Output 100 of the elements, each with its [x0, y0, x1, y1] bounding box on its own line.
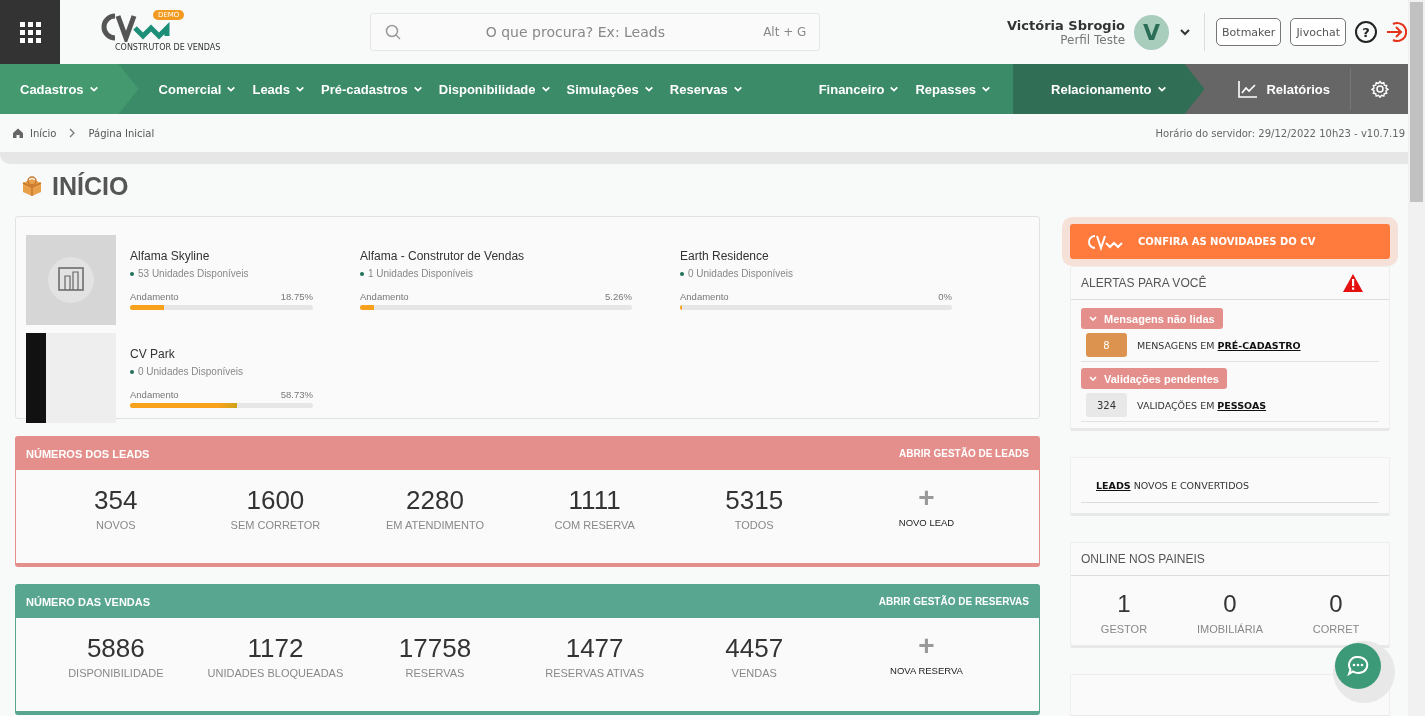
server-time: Horário do servidor: 29/12/2022 10h23 - v10.7.19: [1155, 127, 1405, 139]
stat-value: 4457: [724, 633, 785, 664]
stat-label: UNIDADES BLOQUEADAS: [206, 667, 345, 679]
nav-menu-item[interactable]: Simulações: [566, 81, 654, 97]
box-icon: [20, 174, 44, 198]
status-dot: [130, 369, 134, 374]
alert-link[interactable]: PESSOAS: [1217, 399, 1267, 411]
count-badge: 8: [1086, 333, 1127, 357]
alert-text: MENSAGENS EM PRÉ-CADASTRO: [1137, 339, 1301, 351]
chat-button[interactable]: Botmaker: [1216, 18, 1282, 46]
nav-menu-item[interactable]: Relacionamento: [1051, 81, 1167, 97]
stat-label: RESERVAS: [404, 667, 466, 679]
stat-label: VENDAS: [730, 667, 778, 679]
chevron-down-icon: [412, 84, 423, 94]
units-available: 0 Unidades Disponíveis: [138, 366, 244, 377]
breadcrumb-link[interactable]: Página Inicial: [88, 127, 155, 139]
panel-title: ALERTAS PARA VOCÊ: [1081, 276, 1207, 290]
leads-text: LEADS NOVOS E CONVERTIDOS: [1096, 479, 1249, 491]
status-dot: [130, 271, 134, 276]
stat-label: CORRET: [1311, 623, 1361, 635]
stat-value: 1111: [567, 485, 622, 516]
stat-label: TODOS: [733, 519, 775, 531]
stat-value: 0: [1222, 590, 1238, 618]
progress-percent: 0%: [938, 291, 952, 302]
project-name[interactable]: Alfama - Construtor de Vendas: [360, 249, 632, 263]
shortcut-hint: Alt + G: [763, 25, 807, 39]
user-profile: Perfil Teste: [1059, 32, 1126, 47]
chevron-down-icon: [732, 84, 743, 94]
stat-value: 5315: [724, 485, 785, 516]
project-name[interactable]: Earth Residence: [680, 249, 952, 263]
units-available: 0 Unidades Disponíveis: [688, 268, 794, 279]
stat-value: 354: [93, 485, 139, 516]
stat-label: RESERVAS ATIVAS: [544, 667, 646, 679]
nav-menu-item[interactable]: Leads: [252, 81, 306, 97]
units-available: 53 Unidades Disponíveis: [138, 268, 249, 279]
stat-label: IMOBILIÁRIA: [1196, 623, 1264, 635]
progress-label: Andamento: [130, 389, 179, 400]
status-dot: [360, 271, 364, 276]
stat-label: DISPONIBILIDADE: [67, 667, 165, 679]
nav-menu-item[interactable]: Repasses: [915, 81, 992, 97]
stat-label: SEM CORRETOR: [229, 519, 322, 531]
scrollbar-thumb[interactable]: [1410, 2, 1423, 202]
chevron-down-icon[interactable]: [1179, 26, 1192, 38]
alert-link[interactable]: PRÉ-CADASTRO: [1217, 339, 1301, 351]
stat-value: 1600: [245, 485, 306, 516]
page-title: INÍCIO: [52, 171, 129, 201]
panel-link[interactable]: ABRIR GESTÃO DE RESERVAS: [878, 596, 1029, 607]
chevron-down-icon: [226, 84, 237, 94]
chevron-down-icon: [1156, 84, 1167, 94]
grid-icon: [19, 21, 41, 43]
nav-menu-item[interactable]: Financeiro: [818, 81, 900, 97]
building-icon: [47, 256, 95, 304]
progress-label: Andamento: [360, 291, 409, 302]
project-name[interactable]: CV Park: [130, 347, 313, 361]
add-action[interactable]: + NOVO LEAD: [834, 485, 1019, 531]
chevron-down-icon: [295, 84, 306, 94]
apps-menu-button[interactable]: [0, 0, 60, 64]
caret-down-icon: [1089, 375, 1097, 382]
progress-percent: 58.73%: [280, 389, 313, 400]
count-badge: 324: [1086, 393, 1127, 417]
chevron-down-icon: [889, 84, 900, 94]
progress-label: Andamento: [680, 291, 729, 302]
warning-icon: [1342, 273, 1364, 293]
user-avatar[interactable]: V: [1134, 14, 1170, 50]
stat-value: 5886: [85, 633, 146, 664]
chat-icon: [1346, 654, 1370, 678]
stat-value: 1172: [246, 633, 305, 664]
logout-icon[interactable]: [1385, 21, 1407, 43]
user-name: Victória Sbrogio: [1007, 17, 1126, 33]
nav-menu-item[interactable]: Comercial: [158, 81, 237, 97]
logo-mark-icon: [1086, 232, 1124, 251]
chevron-down-icon: [88, 84, 99, 94]
scrollbar[interactable]: [1408, 0, 1425, 716]
stat-label: COM RESERVA: [553, 519, 636, 531]
nav-menu-item[interactable]: Disponibilidade: [438, 81, 551, 97]
chevron-down-icon: [540, 84, 551, 94]
nav-menu-item[interactable]: Cadastros: [20, 81, 99, 97]
project-name[interactable]: Alfama Skyline: [130, 249, 313, 263]
panel-title: NÚMEROS DOS LEADS: [26, 447, 150, 460]
leads-link[interactable]: LEADS: [1096, 479, 1131, 491]
settings-icon[interactable]: [1371, 80, 1389, 98]
units-available: 1 Unidades Disponíveis: [368, 268, 474, 279]
breadcrumb-link[interactable]: Início: [30, 127, 57, 139]
progress-label: Andamento: [130, 291, 179, 302]
stat-label: GESTOR: [1099, 623, 1149, 635]
logo-tagline: CONSTRUTOR DE VENDAS: [115, 43, 221, 52]
nav-menu-item[interactable]: Pré-cadastros: [321, 81, 423, 97]
progress-percent: 5.26%: [605, 291, 632, 302]
nav-menu-item[interactable]: Reservas: [669, 81, 743, 97]
caret-down-icon: [1089, 315, 1097, 322]
reports-link[interactable]: Relatórios: [1238, 80, 1330, 98]
alert-text: VALIDAÇÕES EM PESSOAS: [1137, 399, 1267, 411]
help-button[interactable]: ?: [1355, 21, 1377, 43]
chevron-down-icon: [981, 84, 992, 94]
home-icon: [12, 127, 24, 139]
add-action[interactable]: + NOVA RESERVA: [834, 633, 1019, 679]
status-dot: [680, 271, 684, 276]
stat-value: 1477: [564, 633, 625, 664]
chat-button[interactable]: Jivochat: [1290, 18, 1346, 46]
panel-title: NÚMERO DAS VENDAS: [26, 595, 151, 608]
